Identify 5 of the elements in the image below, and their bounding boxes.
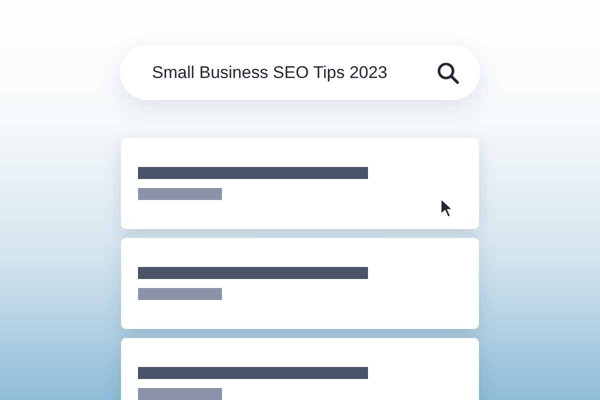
result-card[interactable] [121, 138, 479, 229]
result-card[interactable] [121, 238, 479, 329]
mouse-pointer-icon [440, 198, 454, 218]
search-field[interactable]: Small Business SEO Tips 2023 [120, 45, 480, 100]
search-icon[interactable] [436, 61, 460, 85]
